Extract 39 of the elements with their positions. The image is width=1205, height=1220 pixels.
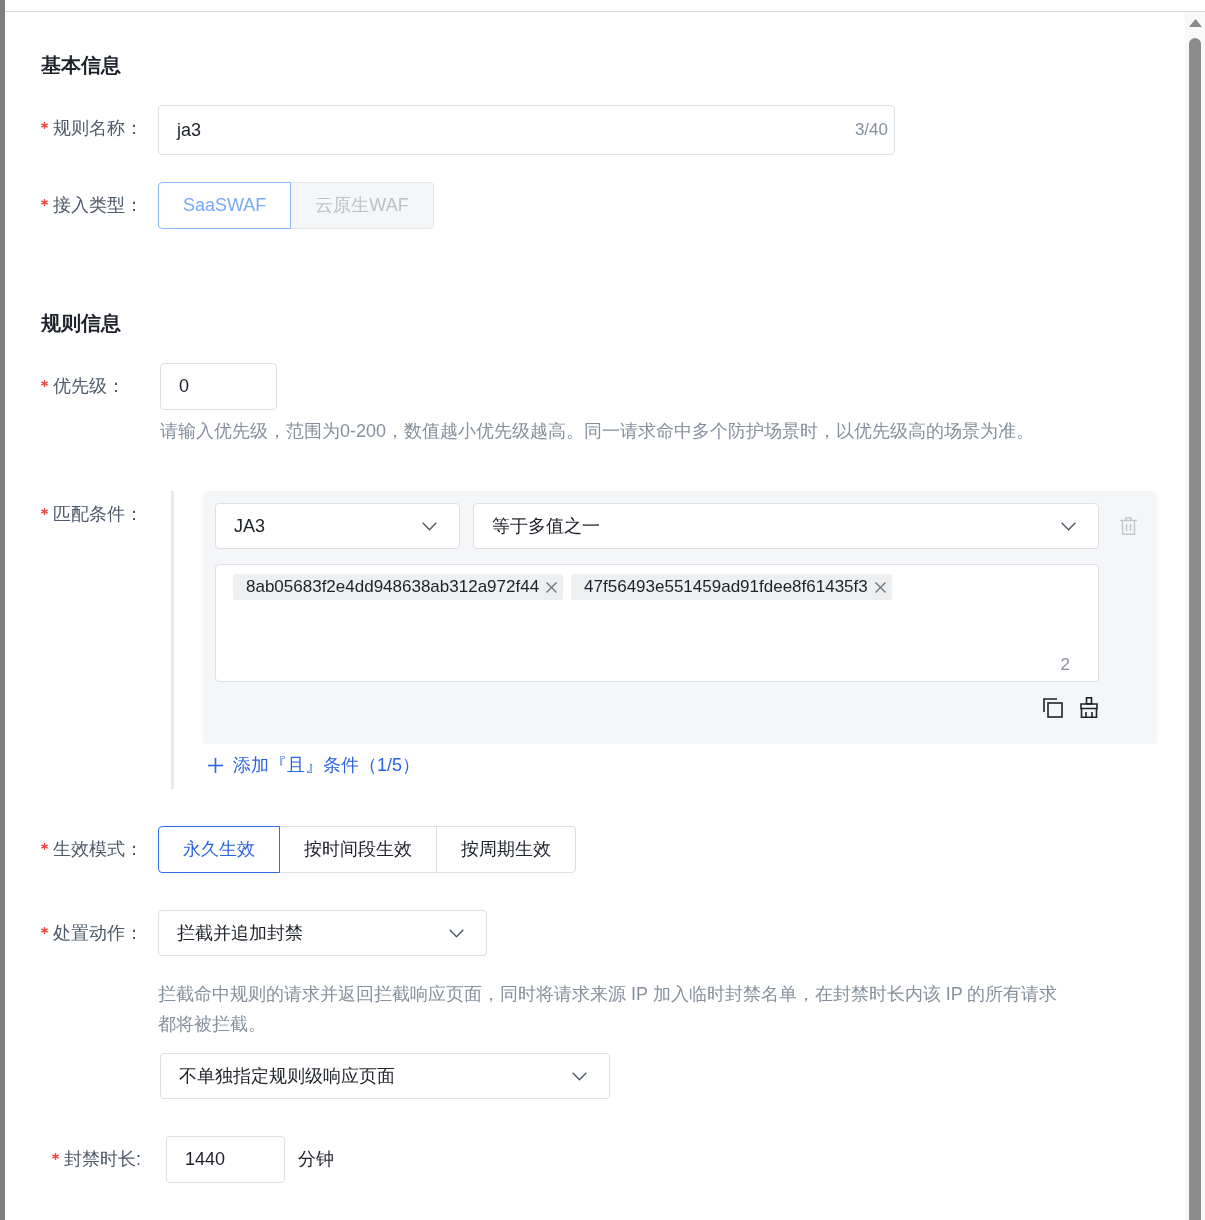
action-select[interactable]: 拦截并追加封禁: [158, 910, 487, 956]
character-counter: 3/40: [854, 119, 888, 142]
tags-input-field[interactable]: 8ab05683f2e4dd948638ab312a972f44 47f56493e551459ad91fdee8f61435f3 2: [215, 564, 1099, 682]
close-icon[interactable]: [546, 581, 558, 593]
tag-text: 8ab05683f2e4dd948638ab312a972f44: [246, 576, 540, 599]
copy-icon[interactable]: [1043, 697, 1063, 718]
scroll-up-arrow-icon[interactable]: [1188, 19, 1202, 27]
chevron-down-icon: [422, 521, 437, 531]
field-label: 接入类型：: [53, 194, 143, 217]
help-text: 请输入优先级，范围为0-200，数值越小优先级越高。同一请求命中多个防护场景时，以优先级高的场景为准。: [160, 420, 1035, 443]
tag-text: 47f56493e551459ad91fdee8f61435f3: [584, 576, 868, 599]
number-field[interactable]: 0: [160, 363, 277, 410]
operator-select[interactable]: 等于多值之一: [473, 503, 1099, 549]
chevron-down-icon: [572, 1071, 587, 1081]
field-label: 生效模式：: [53, 838, 143, 861]
chevron-down-icon: [1061, 521, 1076, 531]
response-page-select[interactable]: 不单独指定规则级响应页面: [160, 1053, 610, 1099]
tag-count: 2: [1060, 654, 1070, 676]
brush-icon[interactable]: [1079, 697, 1099, 718]
section-heading: 基本信息: [41, 53, 122, 78]
segment-button[interactable]: 永久生效: [158, 826, 280, 873]
segment-button[interactable]: 按时间段生效: [279, 826, 437, 873]
scrollbar-thumb[interactable]: [1189, 38, 1201, 1220]
field-label: 处置动作：: [53, 922, 143, 945]
plus-icon: [208, 757, 223, 773]
field-label: 规则名称：: [53, 117, 143, 140]
add-condition-link[interactable]: 添加『且』条件（1/5）: [208, 753, 421, 777]
number-field[interactable]: 1440: [166, 1136, 285, 1183]
chevron-down-icon: [449, 928, 464, 938]
text-field[interactable]: ja3 3/40: [158, 105, 895, 155]
field-select[interactable]: JA3: [215, 503, 460, 549]
section-heading: 规则信息: [41, 311, 122, 336]
help-text: 拦截命中规则的请求并返回拦截响应页面，同时将请求来源 IP 加入临时封禁名单，在封禁时长内该 IP 的所有请求都将被拦截。: [158, 983, 1059, 1036]
close-icon[interactable]: [874, 581, 886, 593]
unit-label: 分钟: [298, 1148, 334, 1171]
segment-button[interactable]: 按周期生效: [436, 826, 576, 873]
field-label: 匹配条件：: [53, 503, 143, 526]
field-label: 封禁时长:: [64, 1148, 141, 1171]
field-label: 优先级：: [53, 375, 125, 398]
